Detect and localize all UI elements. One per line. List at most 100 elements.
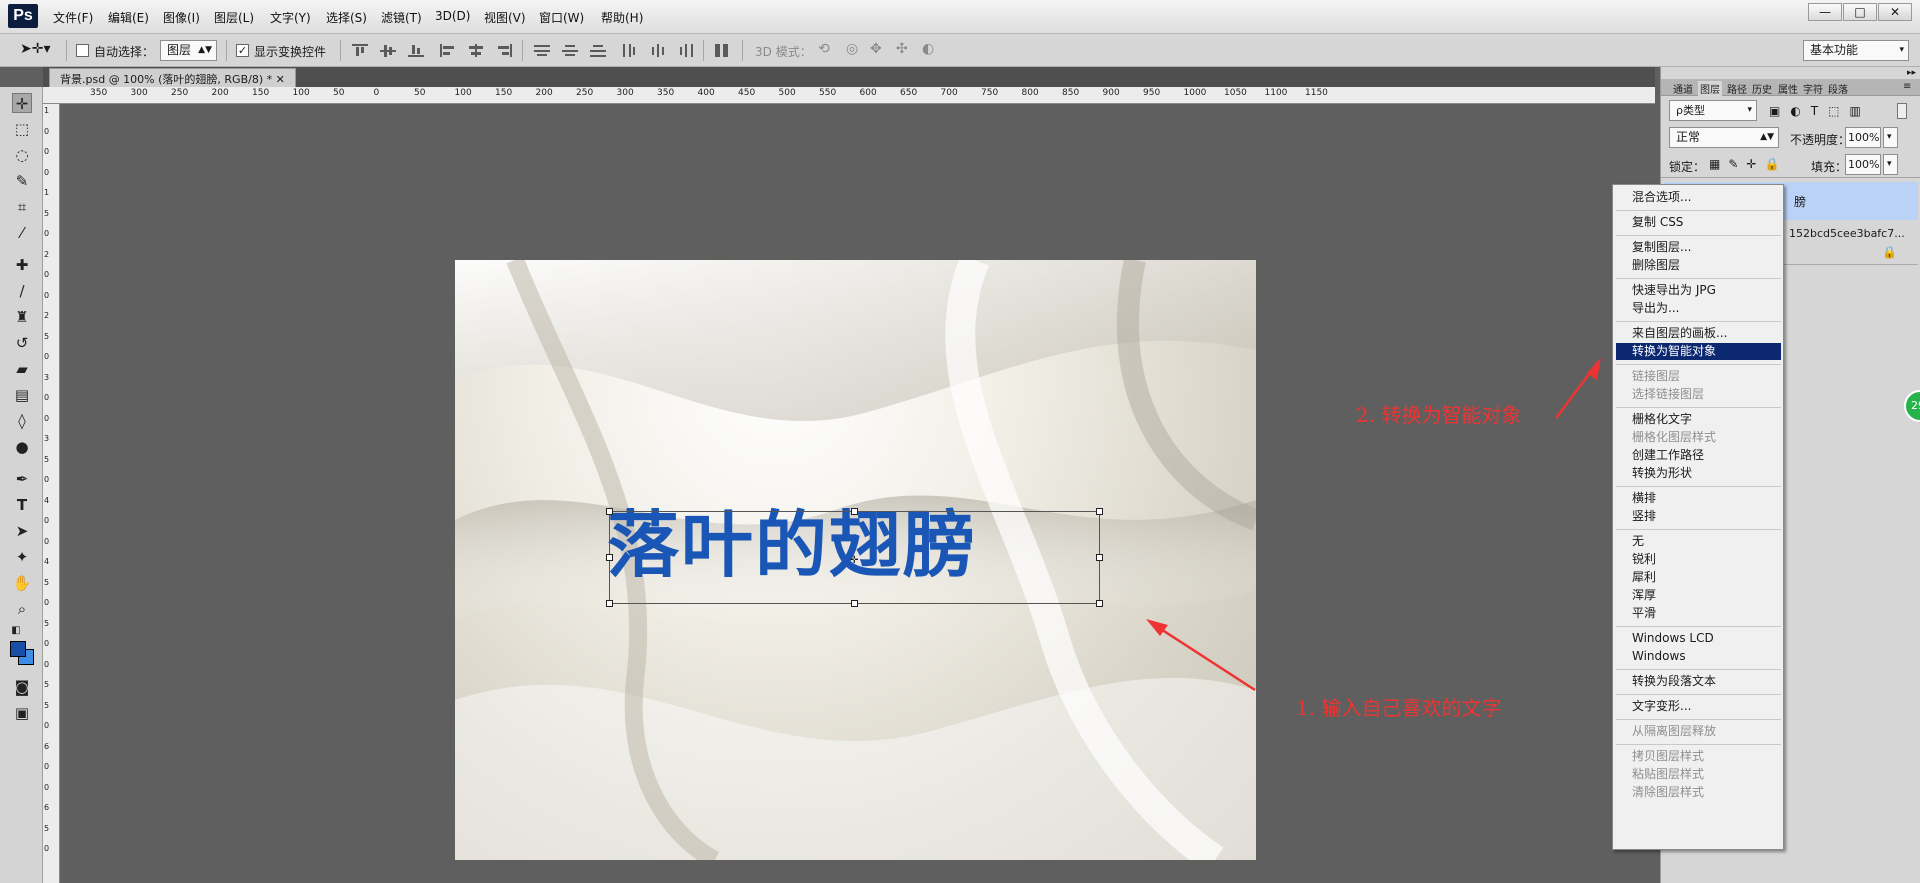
blend-mode-dropdown[interactable]: 正常 ▲▼ <box>1669 127 1779 148</box>
menu-image[interactable]: 图像(I) <box>163 9 200 26</box>
eyedropper-tool-icon[interactable]: ⁄ <box>12 223 32 243</box>
tab-paragraph[interactable]: 段落 <box>1828 81 1848 96</box>
transform-handle[interactable] <box>851 508 858 515</box>
tab-character[interactable]: 字符 <box>1803 81 1823 96</box>
move-tool-icon[interactable]: ➤✛▾ <box>20 41 51 57</box>
tab-history[interactable]: 历史 <box>1752 81 1772 96</box>
context-menu-item[interactable]: 删除图层 <box>1632 257 1680 274</box>
opacity-input[interactable]: 100% <box>1845 127 1881 148</box>
distribute-vcenter-icon[interactable] <box>562 44 578 57</box>
restore-button[interactable]: □ <box>1843 3 1877 21</box>
panel-menu-icon[interactable]: ≡ <box>1903 81 1911 92</box>
context-menu-item[interactable]: 来自图层的画板... <box>1632 325 1727 342</box>
clone-stamp-tool-icon[interactable]: ♜ <box>12 307 32 327</box>
context-menu-item[interactable]: 无 <box>1632 533 1644 550</box>
move-tool-icon[interactable]: ✛ <box>12 93 32 113</box>
3d-orbit-icon[interactable]: ⟲ <box>818 41 830 57</box>
align-bottom-icon[interactable] <box>408 44 424 57</box>
tab-channels[interactable]: 通道 <box>1673 81 1693 96</box>
eraser-tool-icon[interactable]: ▰ <box>12 359 32 379</box>
distribute-top-icon[interactable] <box>534 44 550 57</box>
document-tab[interactable]: 背景.psd @ 100% (落叶的翅膀, RGB/8) * ✕ <box>49 68 296 87</box>
minimize-button[interactable]: — <box>1808 3 1842 21</box>
distribute-left-icon[interactable] <box>622 44 638 57</box>
context-menu-item[interactable]: 浑厚 <box>1632 587 1656 604</box>
context-menu-item[interactable]: 栅格化文字 <box>1632 411 1692 428</box>
history-brush-tool-icon[interactable]: ↺ <box>12 333 32 353</box>
context-menu-item[interactable]: 竖排 <box>1632 508 1656 525</box>
fill-input[interactable]: 100% <box>1845 154 1881 175</box>
screen-mode-icon[interactable]: ▣ <box>12 703 32 723</box>
transform-handle[interactable] <box>1096 600 1103 607</box>
auto-align-icon[interactable] <box>714 44 730 57</box>
align-vcenter-icon[interactable] <box>380 44 396 57</box>
menu-3d[interactable]: 3D(D) <box>435 9 470 23</box>
context-menu-item[interactable]: 横排 <box>1632 490 1656 507</box>
tab-properties[interactable]: 属性 <box>1778 81 1798 96</box>
show-transform-checkbox[interactable]: ✓ <box>236 44 249 57</box>
collapse-panel-icon[interactable]: ▸▸ <box>1907 68 1916 78</box>
fill-dropdown-icon[interactable]: ▾ <box>1883 154 1898 175</box>
close-button[interactable]: ✕ <box>1878 3 1912 21</box>
shape-tool-icon[interactable]: ✦ <box>12 547 32 567</box>
context-menu-item[interactable]: 转换为形状 <box>1632 465 1692 482</box>
3d-roll-icon[interactable]: ◎ <box>846 41 858 57</box>
path-select-tool-icon[interactable]: ➤ <box>12 521 32 541</box>
distribute-hcenter-icon[interactable] <box>650 44 666 57</box>
quick-mask-icon[interactable]: ◙ <box>12 677 32 697</box>
3d-slide-icon[interactable]: ✣ <box>896 41 908 57</box>
context-menu-item[interactable]: 犀利 <box>1632 569 1656 586</box>
transform-handle[interactable] <box>851 600 858 607</box>
auto-select-dropdown[interactable]: 图层 ▲▼ <box>160 40 217 61</box>
lock-icons[interactable]: ▦✎✛🔒 <box>1709 157 1787 171</box>
context-menu-item[interactable]: 平滑 <box>1632 605 1656 622</box>
workspace-dropdown[interactable]: 基本功能 ▾ <box>1803 40 1909 61</box>
menu-filter[interactable]: 滤镜(T) <box>381 9 422 26</box>
zoom-tool-icon[interactable]: ⌕ <box>12 599 32 619</box>
auto-select-checkbox[interactable] <box>76 44 89 57</box>
transform-handle[interactable] <box>606 508 613 515</box>
pen-tool-icon[interactable]: ✒ <box>12 469 32 489</box>
menu-layer[interactable]: 图层(L) <box>214 9 254 26</box>
transform-handle[interactable] <box>606 554 613 561</box>
foreground-color-swatch[interactable] <box>10 641 26 657</box>
context-menu-item[interactable]: 转换为智能对象 <box>1616 343 1781 360</box>
context-menu-item[interactable]: 复制 CSS <box>1632 214 1683 231</box>
crop-tool-icon[interactable]: ⌗ <box>12 197 32 217</box>
brush-tool-icon[interactable]: ∕ <box>12 281 32 301</box>
filter-toggle-icon[interactable] <box>1897 103 1907 119</box>
context-menu-item[interactable]: 导出为... <box>1632 300 1679 317</box>
menu-help[interactable]: 帮助(H) <box>601 9 643 26</box>
3d-camera-icon[interactable]: ◐ <box>922 41 934 57</box>
context-menu-item[interactable]: 快速导出为 JPG <box>1632 282 1716 299</box>
blur-tool-icon[interactable]: ◊ <box>12 411 32 431</box>
align-hcenter-icon[interactable] <box>468 44 484 57</box>
context-menu-item[interactable]: 混合选项... <box>1632 189 1691 206</box>
context-menu-item[interactable]: 转换为段落文本 <box>1632 673 1716 690</box>
transform-handle[interactable] <box>1096 554 1103 561</box>
close-tab-icon[interactable]: ✕ <box>276 73 285 86</box>
menu-select[interactable]: 选择(S) <box>326 9 367 26</box>
lasso-tool-icon[interactable]: ◌ <box>12 145 32 165</box>
dodge-tool-icon[interactable]: ● <box>12 437 32 457</box>
context-menu-item[interactable]: 复制图层... <box>1632 239 1691 256</box>
context-menu-item[interactable]: Windows LCD <box>1632 630 1714 647</box>
align-top-icon[interactable] <box>352 44 368 57</box>
tab-paths[interactable]: 路径 <box>1727 81 1747 96</box>
align-left-icon[interactable] <box>440 44 456 57</box>
context-menu-item[interactable]: 锐利 <box>1632 551 1656 568</box>
opacity-dropdown-icon[interactable]: ▾ <box>1883 127 1898 148</box>
healing-brush-tool-icon[interactable]: ✚ <box>12 255 32 275</box>
context-menu-item[interactable]: Windows <box>1632 648 1686 665</box>
menu-edit[interactable]: 编辑(E) <box>108 9 149 26</box>
gradient-tool-icon[interactable]: ▤ <box>12 385 32 405</box>
menu-window[interactable]: 窗口(W) <box>539 9 584 26</box>
transform-handle[interactable] <box>606 600 613 607</box>
layer-filter-dropdown[interactable]: ρ类型 ▾ <box>1669 100 1757 121</box>
layer-filter-icons[interactable]: ▣◐T⬚▥ <box>1769 104 1871 118</box>
3d-pan-icon[interactable]: ✥ <box>870 41 882 57</box>
align-right-icon[interactable] <box>496 44 512 57</box>
menu-type[interactable]: 文字(Y) <box>270 9 311 26</box>
context-menu-item[interactable]: 创建工作路径 <box>1632 447 1704 464</box>
distribute-bottom-icon[interactable] <box>590 44 606 57</box>
